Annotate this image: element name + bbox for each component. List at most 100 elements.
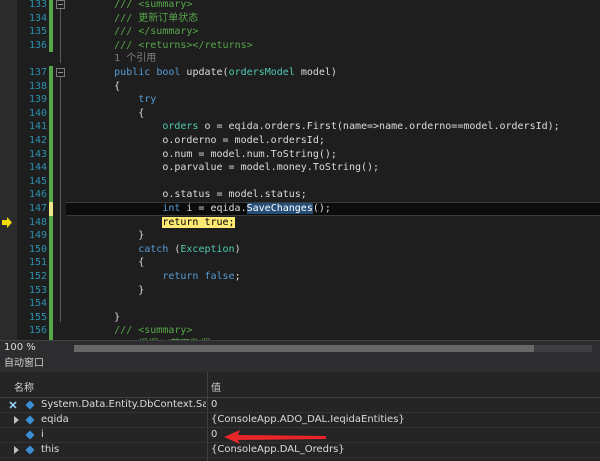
code-line[interactable]: 153} [0, 283, 600, 298]
code-line[interactable]: 149} [0, 229, 600, 243]
expand-arrow-icon[interactable] [14, 446, 19, 454]
expand-arrow-icon[interactable] [14, 416, 19, 424]
code-text[interactable]: /// 更新订单状态 [114, 12, 198, 26]
collapse-icon[interactable]: − [56, 68, 65, 77]
code-line[interactable]: 141 orders o = eqida.orders.First(name=>n… [0, 120, 600, 134]
code-text[interactable]: { [114, 80, 120, 94]
code-text[interactable]: catch (Exception) [138, 243, 240, 257]
line-number: 142 [28, 135, 47, 146]
code-text[interactable]: o.num = model.num.ToString(); [162, 148, 337, 162]
line-number: 152 [28, 271, 47, 282]
code-text[interactable]: o.orderno = model.ordersId; [162, 134, 325, 148]
row-value[interactable]: 0 [211, 399, 217, 410]
line-number: 144 [28, 162, 47, 174]
code-line[interactable]: 146 o.status = model.status; [0, 188, 600, 202]
column-header-value[interactable]: 值 [211, 379, 221, 394]
code-text[interactable]: o.status = model.status; [162, 188, 307, 202]
line-number: 147 [28, 203, 47, 214]
code-line[interactable]: 136 /// <returns></returns> [0, 38, 600, 53]
code-text[interactable]: try [138, 93, 156, 107]
line-number: 134 [28, 12, 47, 24]
field-icon [25, 445, 35, 455]
code-line[interactable]: 145 [0, 174, 600, 189]
line-number: 151 [28, 257, 47, 269]
change-tracking-bar [49, 66, 53, 80]
change-tracking-bar [49, 174, 53, 189]
row-name: this [41, 444, 60, 455]
row-value[interactable]: {ConsoleApp.ADO_DAL.IeqidaEntities} [211, 414, 405, 425]
code-text[interactable]: return true; [162, 216, 235, 230]
change-tracking-bar [49, 256, 53, 270]
zoom-level[interactable]: 100 % [4, 342, 36, 353]
code-line[interactable]: 151 { [0, 256, 600, 270]
code-text[interactable]: /// </summary> [114, 25, 198, 39]
change-tracking-bar [49, 215, 53, 230]
line-number: 136 [28, 39, 47, 51]
code-text[interactable]: public bool update(ordersModel model) [114, 66, 337, 80]
line-number: 145 [28, 175, 47, 187]
code-line[interactable]: 152 return false; [0, 270, 600, 284]
code-text[interactable]: } [138, 229, 144, 243]
line-number: 150 [28, 243, 47, 255]
code-line[interactable]: 156 /// <summary> [0, 324, 600, 338]
scrollbar-thumb[interactable] [74, 345, 534, 352]
code-line[interactable]: 143 o.num = model.num.ToString(); [0, 147, 600, 162]
line-number: 146 [28, 189, 47, 201]
code-text[interactable]: o.parvalue = model.money.ToString(); [162, 161, 379, 175]
change-tracking-bar [49, 242, 53, 257]
autos-row[interactable]: eqida {ConsoleApp.ADO_DAL.IeqidaEntities… [0, 413, 600, 428]
code-line[interactable]: 155} [0, 310, 600, 325]
collapse-icon[interactable]: − [56, 0, 65, 9]
code-line[interactable]: 140 { [0, 106, 600, 121]
code-text[interactable]: /// <summary> [114, 324, 192, 338]
change-tracking-bar [49, 134, 53, 148]
line-number: 156 [28, 325, 47, 337]
code-line[interactable]: 133− /// <summary> [0, 0, 600, 12]
code-editor[interactable]: 133−/// <summary> 134/// 更新订单状态 135/// </s… [0, 0, 600, 340]
autos-row[interactable]: System.Data.Entity.DbContext.SaveC 0 [0, 398, 600, 413]
column-header-name[interactable]: 名称 [14, 379, 34, 394]
code-line[interactable]: 147 int i = eqida.SaveChanges(); [0, 202, 600, 216]
change-tracking-bar [49, 202, 53, 216]
change-tracking-bar [49, 79, 53, 94]
code-text[interactable]: { [138, 256, 144, 270]
code-line[interactable]: 135 /// </summary> [0, 25, 600, 39]
line-number: 141 [28, 121, 47, 133]
code-text[interactable]: 1 个引用 [114, 52, 156, 66]
code-line[interactable]: 150 catch (Exception) [0, 242, 600, 257]
change-tracking-bar [49, 0, 53, 12]
change-tracking-bar [49, 324, 53, 338]
red-arrow-annotation-icon [224, 430, 326, 444]
line-number: 135 [28, 26, 47, 38]
change-tracking-bar [49, 120, 53, 134]
editor-status-bar: 100 % [0, 340, 600, 356]
line-number: 154 [28, 298, 47, 310]
code-line[interactable]: 148 return true; [0, 215, 600, 230]
autos-header: 名称 值 [0, 372, 600, 398]
code-line[interactable]: 138 { [0, 79, 600, 94]
field-icon [25, 400, 35, 410]
code-text[interactable]: } [114, 311, 120, 325]
code-line[interactable]: 142 o.orderno = model.ordersId; [0, 134, 600, 148]
horizontal-scrollbar[interactable] [74, 345, 592, 352]
code-text[interactable]: return false; [162, 270, 240, 284]
row-value[interactable]: 0 [211, 429, 217, 440]
code-text[interactable]: /// <returns></returns> [114, 39, 252, 53]
code-line[interactable]: 137− public bool update(ordersModel model… [0, 66, 600, 80]
code-line[interactable]: 154 [0, 297, 600, 311]
change-tracking-bar [49, 283, 53, 298]
line-number: 139 [28, 94, 47, 106]
code-line[interactable]: 1 个引用 [0, 52, 600, 66]
code-text[interactable]: } [138, 284, 144, 298]
code-line[interactable]: 144 o.parvalue = model.money.ToString(); [0, 161, 600, 175]
code-text[interactable]: { [138, 107, 144, 121]
code-line[interactable]: 134 /// 更新订单状态 [0, 11, 600, 26]
code-text[interactable]: /// <summary> [114, 0, 192, 12]
change-tracking-bar [49, 147, 53, 162]
code-line[interactable]: 139 try [0, 93, 600, 107]
line-number: 149 [28, 230, 47, 242]
code-text[interactable]: orders o = eqida.orders.First(name=>name… [162, 120, 559, 134]
execution-pointer-icon[interactable] [2, 216, 12, 229]
code-text[interactable]: int i = eqida.SaveChanges(); [162, 202, 331, 216]
row-name: eqida [41, 414, 69, 425]
